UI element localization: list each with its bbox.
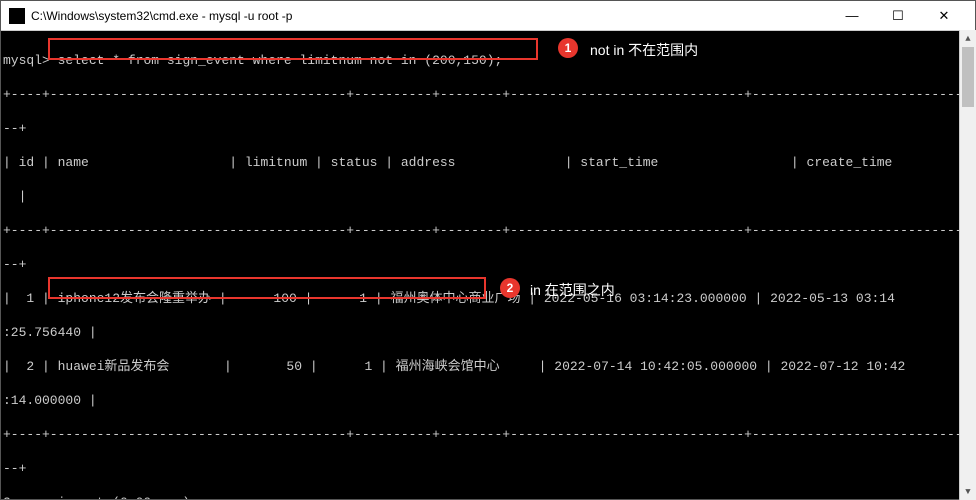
table-row: :14.000000 | <box>3 392 973 409</box>
table-row: :25.756440 | <box>3 324 973 341</box>
cmd-icon <box>9 8 25 24</box>
annotation-text-1: not in 不在范围内 <box>590 40 698 60</box>
table-row: | 2 | huawei新品发布会 | 50 | 1 | 福州海峡会馆中心 | … <box>3 358 973 375</box>
annotation-badge-1: 1 <box>558 38 578 58</box>
terminal-body[interactable]: mysql> select * from sign_event where li… <box>1 31 975 499</box>
scrollbar[interactable]: ▲ ▼ <box>959 30 976 500</box>
sep: --+ <box>3 120 973 137</box>
close-button[interactable]: ✕ <box>921 1 967 31</box>
scroll-thumb[interactable] <box>962 47 974 107</box>
prompt: mysql> <box>3 53 50 68</box>
table-row: | 1 | iphone12发布会隆重举办 | 100 | 1 | 福州奥体中心… <box>3 290 973 307</box>
annotation-text-2: in 在范围之内 <box>530 280 615 300</box>
maximize-button[interactable]: ☐ <box>875 1 921 31</box>
window-title: C:\Windows\system32\cmd.exe - mysql -u r… <box>31 9 829 23</box>
scroll-up-icon[interactable]: ▲ <box>960 30 976 47</box>
result-count-1: 2 rows in set (0.00 sec) <box>3 494 973 499</box>
sql-query-1: select * from sign_event where limitnum … <box>58 53 503 68</box>
minimize-button[interactable]: — <box>829 1 875 31</box>
sep: +----+----------------------------------… <box>3 426 973 443</box>
sep: --+ <box>3 256 973 273</box>
terminal-window: C:\Windows\system32\cmd.exe - mysql -u r… <box>0 0 976 500</box>
scroll-down-icon[interactable]: ▼ <box>960 483 976 500</box>
table-header: | id | name | limitnum | status | addres… <box>3 154 973 171</box>
sep: --+ <box>3 460 973 477</box>
titlebar: C:\Windows\system32\cmd.exe - mysql -u r… <box>1 1 975 31</box>
sep: +----+----------------------------------… <box>3 86 973 103</box>
sep: +----+----------------------------------… <box>3 222 973 239</box>
annotation-badge-2: 2 <box>500 278 520 298</box>
